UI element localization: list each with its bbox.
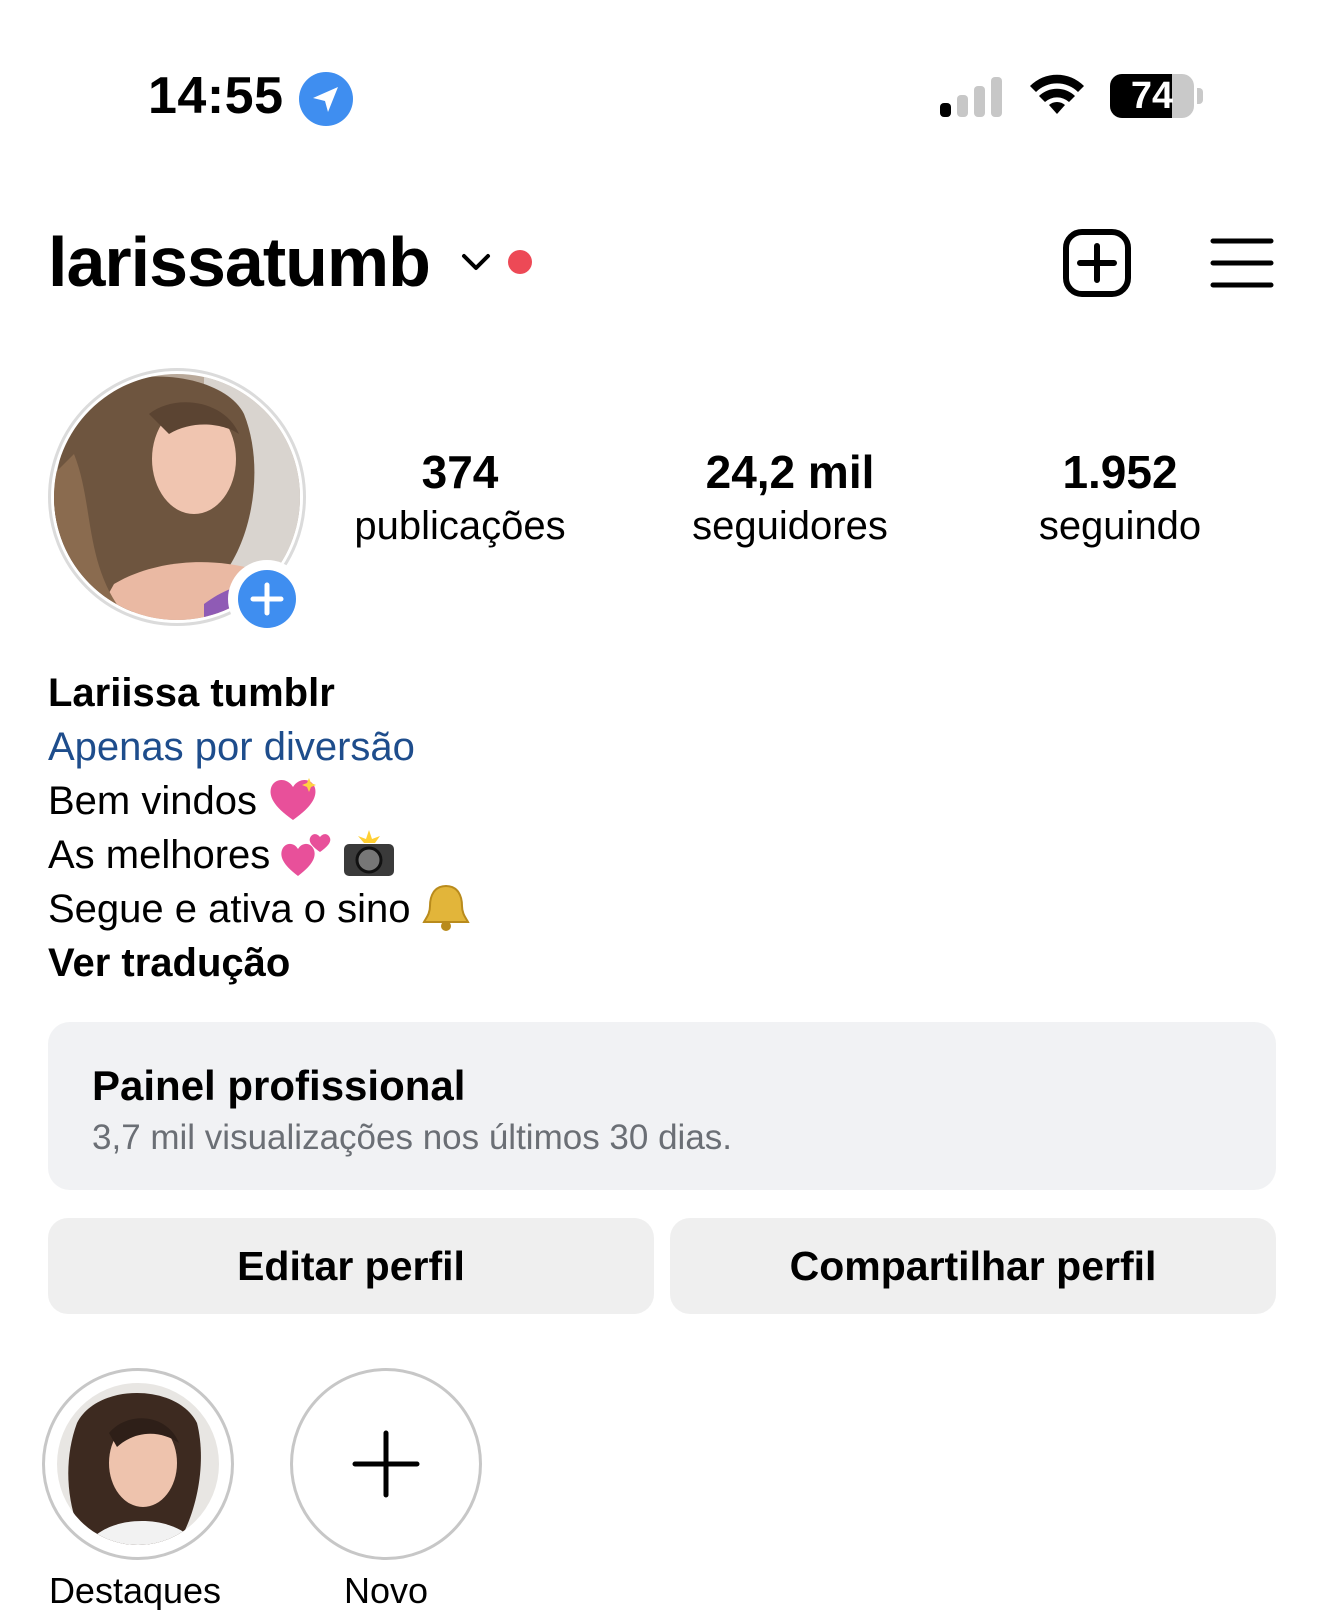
highlight-new[interactable] (290, 1368, 482, 1560)
bell-icon (422, 884, 471, 931)
cellular-signal-icon (940, 77, 1002, 117)
highlight-new-label: Novo (343, 1570, 429, 1610)
edit-profile-button[interactable]: Editar perfil (48, 1218, 654, 1314)
bio-line-1: Bem vindos (48, 774, 472, 828)
plus-icon (250, 582, 284, 616)
share-profile-button[interactable]: Compartilhar perfil (670, 1218, 1276, 1314)
profile-category[interactable]: Apenas por diversão (48, 720, 472, 774)
plus-icon (352, 1430, 420, 1498)
stat-following[interactable]: 1.952 seguindo (1000, 444, 1240, 552)
stat-posts-label: publicações (354, 504, 566, 548)
username-switcher[interactable]: larissatumb (48, 222, 431, 302)
stat-posts-value: 374 (421, 446, 499, 498)
profile-screen: 14:55 74 larissatumb 374 publicações 24,… (0, 0, 1320, 1610)
profile-bio: Lariissa tumblr Apenas por diversão Bem … (48, 666, 472, 990)
professional-dashboard[interactable]: Painel profissional 3,7 mil visualizaçõe… (48, 1022, 1276, 1190)
stat-followers[interactable]: 24,2 mil seguidores (670, 444, 910, 552)
status-time: 14:55 (148, 67, 284, 125)
notification-dot (508, 250, 532, 274)
add-story-button[interactable] (228, 560, 306, 638)
highlight-cover-photo (57, 1383, 219, 1545)
stat-posts[interactable]: 374 publicações (340, 444, 580, 552)
location-arrow-icon (299, 72, 353, 126)
highlight-destaques-label: Destaques (48, 1570, 222, 1610)
stat-following-label: seguindo (1038, 504, 1202, 548)
stat-followers-label: seguidores (692, 504, 888, 548)
highlight-destaques[interactable] (42, 1368, 234, 1560)
chevron-down-icon[interactable] (458, 248, 494, 276)
stat-following-value: 1.952 (1062, 446, 1178, 498)
sparkling-heart-icon (270, 778, 316, 820)
camera-flash-icon (344, 830, 395, 876)
see-translation-link[interactable]: Ver tradução (48, 936, 472, 990)
stat-followers-value: 24,2 mil (705, 446, 875, 498)
dashboard-subtitle: 3,7 mil visualizações nos últimos 30 dia… (92, 1118, 733, 1157)
wifi-icon (1030, 74, 1084, 114)
hamburger-menu-icon[interactable] (1210, 236, 1274, 290)
profile-name: Lariissa tumblr (48, 671, 335, 715)
battery-percent: 74 (1130, 75, 1174, 117)
bio-line-2: As melhores (48, 828, 472, 882)
battery-indicator: 74 (1110, 74, 1203, 120)
create-post-icon[interactable] (1062, 228, 1132, 298)
two-hearts-icon (281, 834, 331, 876)
bio-line-3: Segue e ativa o sino (48, 882, 472, 936)
dashboard-title: Painel profissional (92, 1062, 466, 1109)
